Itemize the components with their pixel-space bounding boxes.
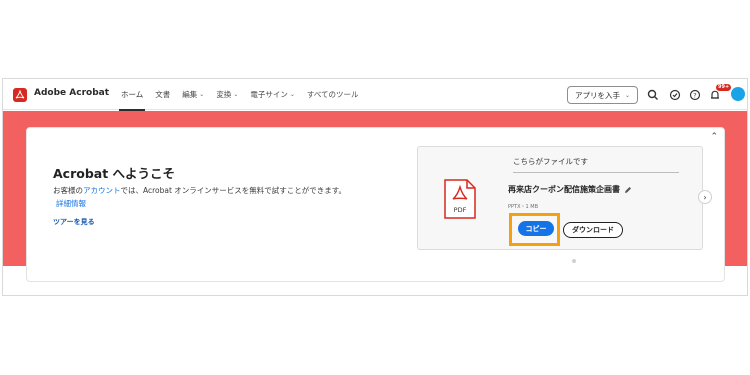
chevron-right-icon[interactable]: › <box>698 190 712 204</box>
collapse-chevron-icon[interactable]: ⌃ <box>710 132 718 142</box>
check-circle-icon[interactable] <box>668 88 681 101</box>
nav-documents-label: 文書 <box>155 90 171 99</box>
file-panel-title: こちらがファイルです <box>513 156 679 173</box>
chevron-down-icon: ⌄ <box>289 91 295 98</box>
avatar[interactable] <box>731 87 745 101</box>
search-icon[interactable] <box>646 88 659 101</box>
acrobat-logo-icon[interactable] <box>13 88 27 102</box>
pdf-label: PDF <box>454 206 467 214</box>
chevron-down-icon: ⌄ <box>625 91 631 99</box>
nav-edit-label: 編集 <box>182 90 198 99</box>
svg-text:?: ? <box>693 91 696 99</box>
account-link[interactable]: アカウント <box>83 186 121 195</box>
recent-file-panel: こちらがファイルです PDF 再来店クーポン配信施策企画書 PPTX・1 MB … <box>417 146 703 250</box>
nav-convert[interactable]: 変換 ⌄ <box>210 79 244 110</box>
top-nav-bar: Adobe Acrobat ホーム 文書 編集 ⌄ 変換 ⌄ 電子サイン ⌄ すべての… <box>3 79 747 111</box>
bell-icon[interactable]: 99+ <box>708 84 732 101</box>
nav-convert-label: 変換 <box>216 90 232 99</box>
nav-edit[interactable]: 編集 ⌄ <box>176 79 210 110</box>
welcome-text-before: お客様の <box>53 186 83 195</box>
notification-badge: 99+ <box>716 84 732 91</box>
copy-highlight-box: コピー <box>509 213 560 246</box>
app-name[interactable]: Adobe Acrobat <box>34 88 109 98</box>
welcome-card: ⌃ Acrobat へようこそ お客様のアカウントでは、Acrobat オンライ… <box>26 127 725 282</box>
download-button[interactable]: ダウンロード <box>563 222 623 238</box>
carousel-dot[interactable] <box>572 259 576 263</box>
nav-documents[interactable]: 文書 <box>149 79 176 110</box>
nav-all-tools[interactable]: すべてのツール <box>301 79 365 110</box>
nav-esign[interactable]: 電子サイン ⌄ <box>244 79 301 110</box>
copy-button[interactable]: コピー <box>518 221 554 236</box>
nav-all-tools-label: すべてのツール <box>306 90 359 99</box>
help-icon[interactable]: ? <box>688 88 701 101</box>
details-link[interactable]: 詳細情報 <box>56 198 86 209</box>
get-apps-label: アプリを入手 <box>575 90 620 100</box>
get-apps-button[interactable]: アプリを入手 ⌄ <box>567 86 639 104</box>
nav-home-label: ホーム <box>121 90 144 99</box>
welcome-title: Acrobat へようこそ <box>53 166 176 181</box>
chevron-down-icon: ⌄ <box>233 91 239 98</box>
pdf-file-icon: PDF <box>444 179 476 219</box>
file-name-row: 再来店クーポン配信施策企画書 <box>508 184 632 195</box>
file-meta: PPTX・1 MB <box>508 204 539 210</box>
file-name: 再来店クーポン配信施策企画書 <box>508 185 620 194</box>
welcome-description: お客様のアカウントでは、Acrobat オンラインサービスを無料で試すことができ… <box>53 185 346 196</box>
chevron-down-icon: ⌄ <box>199 91 205 98</box>
nav-home[interactable]: ホーム <box>115 79 149 111</box>
app-frame: Adobe Acrobat ホーム 文書 編集 ⌄ 変換 ⌄ 電子サイン ⌄ すべての… <box>2 78 748 296</box>
welcome-text-after: では、Acrobat オンラインサービスを無料で試すことができます。 <box>120 186 347 195</box>
pencil-icon[interactable] <box>624 186 632 194</box>
tour-link[interactable]: ツアーを見る <box>53 217 95 227</box>
nav-esign-label: 電子サイン <box>250 90 288 99</box>
main-nav: ホーム 文書 編集 ⌄ 変換 ⌄ 電子サイン ⌄ すべてのツール <box>115 79 365 111</box>
